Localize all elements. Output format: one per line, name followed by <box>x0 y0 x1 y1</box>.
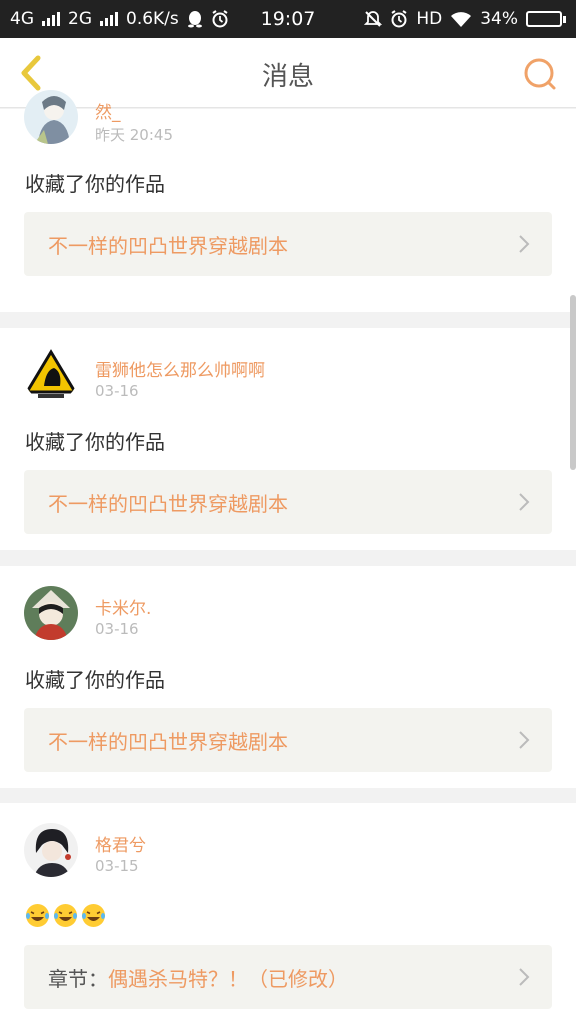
message-time: 03-16 <box>95 382 139 400</box>
alarm-icon <box>212 10 228 28</box>
status-left: 4G 2G 0.6K/s <box>10 9 229 29</box>
network-4g-label: 4G <box>10 9 34 29</box>
message-time: 03-15 <box>95 857 139 875</box>
chapter-title: 偶遇杀马特？！（已修改） <box>108 966 348 991</box>
emoji-row <box>25 903 106 928</box>
work-link[interactable]: 不一样的凹凸世界穿越剧本 <box>24 470 552 534</box>
chevron-right-icon <box>519 235 530 253</box>
work-link[interactable]: 不一样的凹凸世界穿越剧本 <box>24 212 552 276</box>
laughing-tears-icon <box>82 904 105 927</box>
network-speed: 0.6K/s <box>126 9 179 29</box>
battery-percent: 34% <box>480 9 518 29</box>
work-title: 不一样的凹凸世界穿越剧本 <box>48 233 288 258</box>
user-name[interactable]: 雷狮他怎么那么帅啊啊 <box>95 356 265 381</box>
work-link[interactable]: 不一样的凹凸世界穿越剧本 <box>24 708 552 772</box>
message-list: 然_ 昨天 20:45 收藏了你的作品 不一样的凹凸世界穿越剧本 雷狮他怎么那么… <box>0 90 576 1024</box>
battery-icon <box>526 11 566 27</box>
link-prefix: 章节： <box>48 966 108 991</box>
wifi-icon <box>451 11 472 27</box>
page-title: 消息 <box>261 62 314 92</box>
nav-bar: 消息 <box>0 38 576 108</box>
avatar[interactable] <box>24 586 78 640</box>
avatar[interactable] <box>24 90 78 144</box>
chevron-right-icon <box>519 968 530 986</box>
message-card: 格君兮 03-15 章节： 偶遇杀马特？！（已修改） <box>0 803 576 1024</box>
chapter-link[interactable]: 章节： 偶遇杀马特？！（已修改） <box>24 945 552 1009</box>
alarm-icon <box>391 10 407 28</box>
message-card: 卡米尔. 03-16 收藏了你的作品 不一样的凹凸世界穿越剧本 <box>0 566 576 788</box>
avatar[interactable] <box>24 348 78 402</box>
message-text: 收藏了你的作品 <box>25 430 165 454</box>
user-name[interactable]: 格君兮 <box>95 831 146 856</box>
user-name[interactable]: 然_ <box>95 98 121 123</box>
chevron-right-icon <box>519 493 530 511</box>
chevron-right-icon <box>519 731 530 749</box>
message-text: 收藏了你的作品 <box>25 172 165 196</box>
signal-icon <box>42 12 60 26</box>
laughing-tears-icon <box>26 904 49 927</box>
search-icon[interactable] <box>522 56 558 92</box>
mute-bell-icon <box>364 11 383 27</box>
network-2g-label: 2G <box>68 9 92 29</box>
message-card: 雷狮他怎么那么帅啊啊 03-16 收藏了你的作品 不一样的凹凸世界穿越剧本 <box>0 328 576 550</box>
message-time: 昨天 20:45 <box>95 126 173 144</box>
signal-icon <box>100 12 118 26</box>
status-bar: 4G 2G 0.6K/s 19:07 HD 34% <box>0 0 576 38</box>
laughing-tears-icon <box>54 904 77 927</box>
user-name[interactable]: 卡米尔. <box>95 594 151 619</box>
message-text: 收藏了你的作品 <box>25 668 165 692</box>
scrollbar-thumb[interactable] <box>570 295 576 470</box>
message-time: 03-16 <box>95 620 139 638</box>
message-card: 然_ 昨天 20:45 收藏了你的作品 不一样的凹凸世界穿越剧本 <box>0 90 576 312</box>
qq-icon <box>187 11 202 28</box>
hd-label: HD <box>416 9 443 29</box>
work-title: 不一样的凹凸世界穿越剧本 <box>48 491 288 516</box>
work-title: 不一样的凹凸世界穿越剧本 <box>48 729 288 754</box>
status-right: HD 34% <box>364 9 566 29</box>
avatar[interactable] <box>24 823 78 877</box>
